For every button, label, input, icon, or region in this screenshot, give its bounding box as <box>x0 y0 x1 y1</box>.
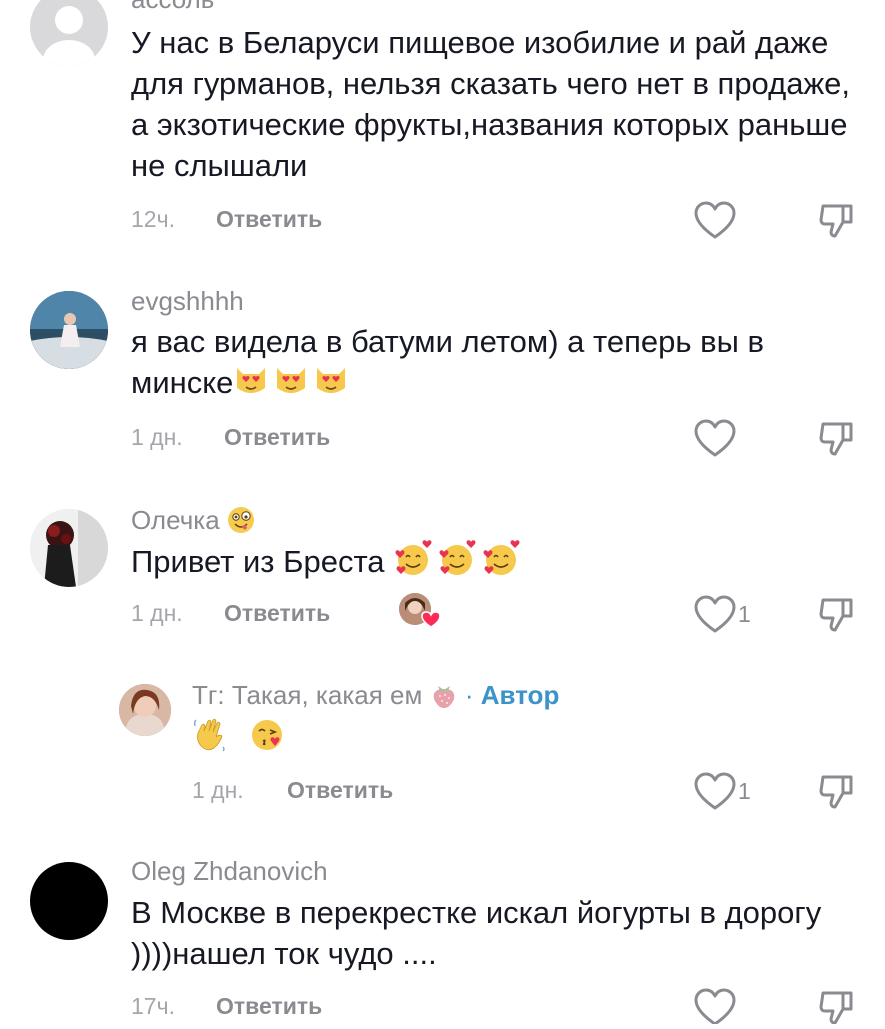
thumbs-down-outline-icon[interactable] <box>817 594 857 639</box>
comment-username[interactable]: evgshhhh <box>131 288 244 314</box>
thumbs-down-outline-icon[interactable] <box>817 200 857 245</box>
comment-timestamp: 1 дн. <box>131 600 183 626</box>
reply-button[interactable]: Ответить <box>216 995 322 1018</box>
heart-eyes-cat-emoji <box>233 362 351 408</box>
face-blowing-kiss-emoji <box>249 717 285 758</box>
heart-outline-icon[interactable] <box>693 772 737 817</box>
like-count: 1 <box>738 778 751 804</box>
heart-badge-icon <box>421 611 441 634</box>
reply-button[interactable]: Ответить <box>287 779 393 802</box>
username-text: Олечка <box>131 504 220 535</box>
separator-dot: · <box>464 679 474 710</box>
comment-text: я вас видела в батуми летом) а теперь вы… <box>131 321 851 408</box>
comment-username[interactable]: Олечка <box>131 506 255 538</box>
comment-username[interactable]: Oleg Zhdanovich <box>131 858 328 884</box>
username-text: Тг: Такая, какая ем <box>192 679 423 710</box>
heart-outline-icon[interactable] <box>693 595 737 640</box>
avatar[interactable] <box>119 684 171 736</box>
comment-text: У нас в Беларуси пищевое изобилие и рай … <box>131 25 851 183</box>
reply-button[interactable]: Ответить <box>224 602 330 625</box>
reply-emojis <box>192 717 285 758</box>
thumbs-down-outline-icon[interactable] <box>817 418 857 463</box>
comment-username[interactable]: ассоль <box>131 0 214 12</box>
avatar[interactable] <box>30 291 108 369</box>
zany-face-emoji <box>227 506 255 538</box>
waving-hand-emoji <box>192 717 228 758</box>
comment-timestamp: 12ч. <box>131 206 175 232</box>
comment-text-body: Привет из Бреста <box>131 544 385 580</box>
comment-timestamp: 17ч. <box>131 993 175 1019</box>
comment-text: В Москве в перекрестке искал йогурты в д… <box>131 895 822 971</box>
thumbs-down-outline-icon[interactable] <box>817 987 857 1029</box>
comment-text: Привет из Бреста <box>131 540 851 588</box>
reply-timestamp: 1 дн. <box>192 777 244 803</box>
thumbs-down-outline-icon[interactable] <box>817 771 857 816</box>
reply-button[interactable]: Ответить <box>224 426 330 449</box>
avatar[interactable] <box>30 862 108 940</box>
comment-text-body: я вас видела в батуми летом) а теперь вы… <box>131 324 764 401</box>
heart-outline-icon[interactable] <box>693 419 737 464</box>
avatar[interactable] <box>30 0 108 66</box>
reply-username[interactable]: Тг: Такая, какая ем · Автор <box>192 681 559 713</box>
author-badge: Автор <box>480 679 560 710</box>
strawberry-emoji <box>430 681 458 713</box>
avatar[interactable] <box>30 509 108 587</box>
smiling-face-with-hearts-emoji <box>393 540 527 588</box>
like-count: 1 <box>738 601 751 627</box>
comment-timestamp: 1 дн. <box>131 424 183 450</box>
heart-outline-icon[interactable] <box>693 201 737 246</box>
heart-outline-icon[interactable] <box>693 988 737 1029</box>
reply-button[interactable]: Ответить <box>216 208 322 231</box>
